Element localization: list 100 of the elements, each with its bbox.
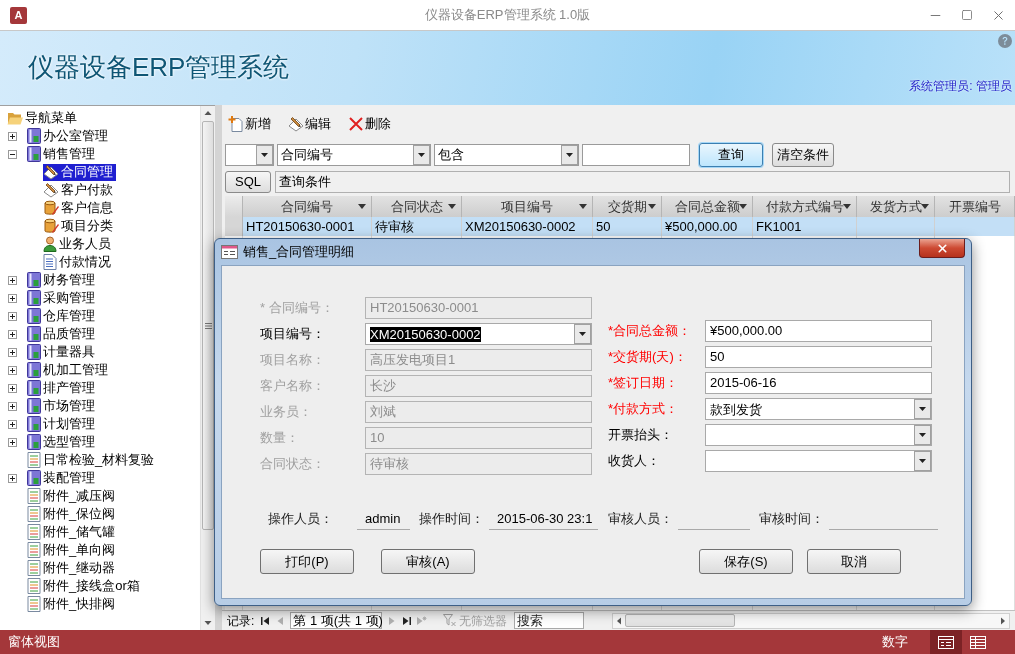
plus-box-icon[interactable] xyxy=(8,347,17,357)
tree-item[interactable]: 品质管理 xyxy=(27,325,98,343)
tree-item[interactable]: 合同管理 xyxy=(43,163,116,181)
tree-item[interactable]: 市场管理 xyxy=(27,397,98,415)
plus-box-icon[interactable] xyxy=(8,275,17,285)
scrollbar-thumb[interactable] xyxy=(625,614,736,627)
tree-item[interactable]: 计划管理 xyxy=(27,415,98,433)
tree-item[interactable]: 客户信息 xyxy=(43,199,116,217)
combo-box[interactable]: 包含 xyxy=(434,143,579,166)
tree-item[interactable]: 仓库管理 xyxy=(27,307,98,325)
field-label: 合同状态： xyxy=(260,455,325,474)
field-label: *合同总金额： xyxy=(608,322,692,341)
tree-item[interactable]: 附件_接线盒or箱 xyxy=(27,577,143,595)
sql-button[interactable]: SQL xyxy=(225,170,271,193)
maximize-icon[interactable] xyxy=(961,9,973,21)
plus-box-icon[interactable] xyxy=(8,311,17,321)
first-record-icon[interactable] xyxy=(260,615,272,626)
form-icon xyxy=(221,245,238,259)
caret-down-icon[interactable] xyxy=(648,204,656,209)
person-icon xyxy=(43,236,57,252)
tree-item[interactable]: 机加工管理 xyxy=(27,361,111,379)
horizontal-scrollbar[interactable] xyxy=(612,612,1010,629)
query-condition-field: 查询条件 xyxy=(275,170,1010,193)
close-button[interactable] xyxy=(919,239,965,258)
tree-item[interactable]: 计量器具 xyxy=(27,343,98,361)
table-row[interactable]: HT20150630-0001 待审核 XM20150630-0002 50 ¥500,000.00 FK1001 xyxy=(225,217,1015,236)
tree-item[interactable]: 附件_单向阀 xyxy=(27,541,119,559)
field-label: 审核时间： xyxy=(759,510,824,529)
review-button[interactable]: 审核(A) xyxy=(381,549,475,574)
list-document-icon xyxy=(27,578,41,594)
plus-box-icon[interactable] xyxy=(8,437,17,447)
tree-item[interactable]: 办公室管理 xyxy=(27,127,111,145)
tree-item[interactable]: 采购管理 xyxy=(27,289,98,307)
tree-item[interactable]: 选型管理 xyxy=(27,433,98,451)
add-button[interactable]: 新增 xyxy=(225,113,274,135)
input-field[interactable] xyxy=(582,143,690,166)
scrollbar[interactable] xyxy=(200,106,215,630)
document-icon xyxy=(43,254,57,270)
text-field[interactable]: ¥500,000.00 xyxy=(705,320,932,342)
form-view-button[interactable] xyxy=(930,630,962,654)
tree-item[interactable]: 排产管理 xyxy=(27,379,98,397)
print-button[interactable]: 打印(P) xyxy=(260,549,354,574)
edit-button[interactable]: 编辑 xyxy=(285,113,334,135)
column-header[interactable]: 合同总金额 xyxy=(662,196,753,217)
text-field[interactable]: 50 xyxy=(705,346,932,368)
plus-box-icon[interactable] xyxy=(8,131,17,141)
field-label: 操作人员： xyxy=(268,510,333,529)
plus-box-icon[interactable] xyxy=(8,329,17,339)
clear-conditions-button[interactable]: 清空条件 xyxy=(772,142,834,167)
caret-down-icon[interactable] xyxy=(921,204,929,209)
tree-item[interactable]: 附件_快排阀 xyxy=(27,595,119,613)
tree-item[interactable]: 业务人员 xyxy=(43,235,114,253)
tree-item[interactable]: 销售管理 xyxy=(27,145,98,163)
plus-box-icon[interactable] xyxy=(8,383,17,393)
column-header[interactable]: 项目编号 xyxy=(462,196,593,217)
app-title: 仪器设备ERP管理系统 xyxy=(28,52,290,82)
tree-item[interactable]: 日常检验_材料复验 xyxy=(27,451,158,469)
combo-box[interactable]: XM20150630-0002 xyxy=(365,323,592,345)
last-record-icon[interactable] xyxy=(401,615,413,626)
query-button[interactable]: 查询 xyxy=(699,142,763,167)
caret-down-icon[interactable] xyxy=(843,204,851,209)
tree-item[interactable]: 附件_减压阀 xyxy=(27,487,119,505)
combo-box[interactable]: 合同编号 xyxy=(277,143,431,166)
caret-down-icon[interactable] xyxy=(579,204,587,209)
tree-item[interactable]: 导航菜单 xyxy=(7,109,80,127)
tree-item[interactable]: 客户付款 xyxy=(43,181,116,199)
search-field[interactable]: 搜索 xyxy=(514,612,585,629)
caret-down-icon[interactable] xyxy=(448,204,456,209)
scrollbar-thumb[interactable] xyxy=(202,121,214,530)
tree-item[interactable]: 附件_保位阀 xyxy=(27,505,119,523)
column-header[interactable]: 合同编号 xyxy=(243,196,372,217)
user-label: 系统管理员: 管理员 xyxy=(909,78,1012,95)
list-document-icon xyxy=(27,488,41,504)
delete-button[interactable]: 删除 xyxy=(345,113,394,135)
plus-box-icon[interactable] xyxy=(8,419,17,429)
tree-item[interactable]: 付款情况 xyxy=(43,253,114,271)
plus-box-icon[interactable] xyxy=(8,401,17,411)
save-button[interactable]: 保存(S) xyxy=(699,549,793,574)
column-header[interactable]: 付款方式编号 xyxy=(753,196,857,217)
minus-box-icon[interactable] xyxy=(8,149,17,159)
cancel-button[interactable]: 取消 xyxy=(807,549,901,574)
tree-item[interactable]: 附件_继动器 xyxy=(27,559,119,577)
column-header[interactable]: 发货方式 xyxy=(857,196,935,217)
column-header[interactable]: 合同状态 xyxy=(372,196,462,217)
tree-item[interactable]: 装配管理 xyxy=(27,469,98,487)
tree-item[interactable]: 项目分类 xyxy=(43,217,116,235)
column-header[interactable]: 交货期 xyxy=(593,196,662,217)
plus-box-icon[interactable] xyxy=(8,365,17,375)
tree-item[interactable]: 财务管理 xyxy=(27,271,98,289)
combo-box[interactable]: 款到发货 xyxy=(705,398,932,420)
caret-down-icon[interactable] xyxy=(739,204,747,209)
tree-item[interactable]: 附件_储气罐 xyxy=(27,523,119,541)
plus-box-icon[interactable] xyxy=(8,473,17,483)
record-position-field[interactable]: 第 1 项(共 1 项) xyxy=(290,612,383,629)
audit-value-field: 2015-06-30 23:1 xyxy=(489,508,598,530)
plus-box-icon[interactable] xyxy=(8,293,17,303)
binder-icon xyxy=(27,362,41,378)
text-field[interactable]: 2015-06-16 xyxy=(705,372,932,394)
column-header[interactable]: 开票编号 xyxy=(935,196,1015,217)
caret-down-icon[interactable] xyxy=(358,204,366,209)
